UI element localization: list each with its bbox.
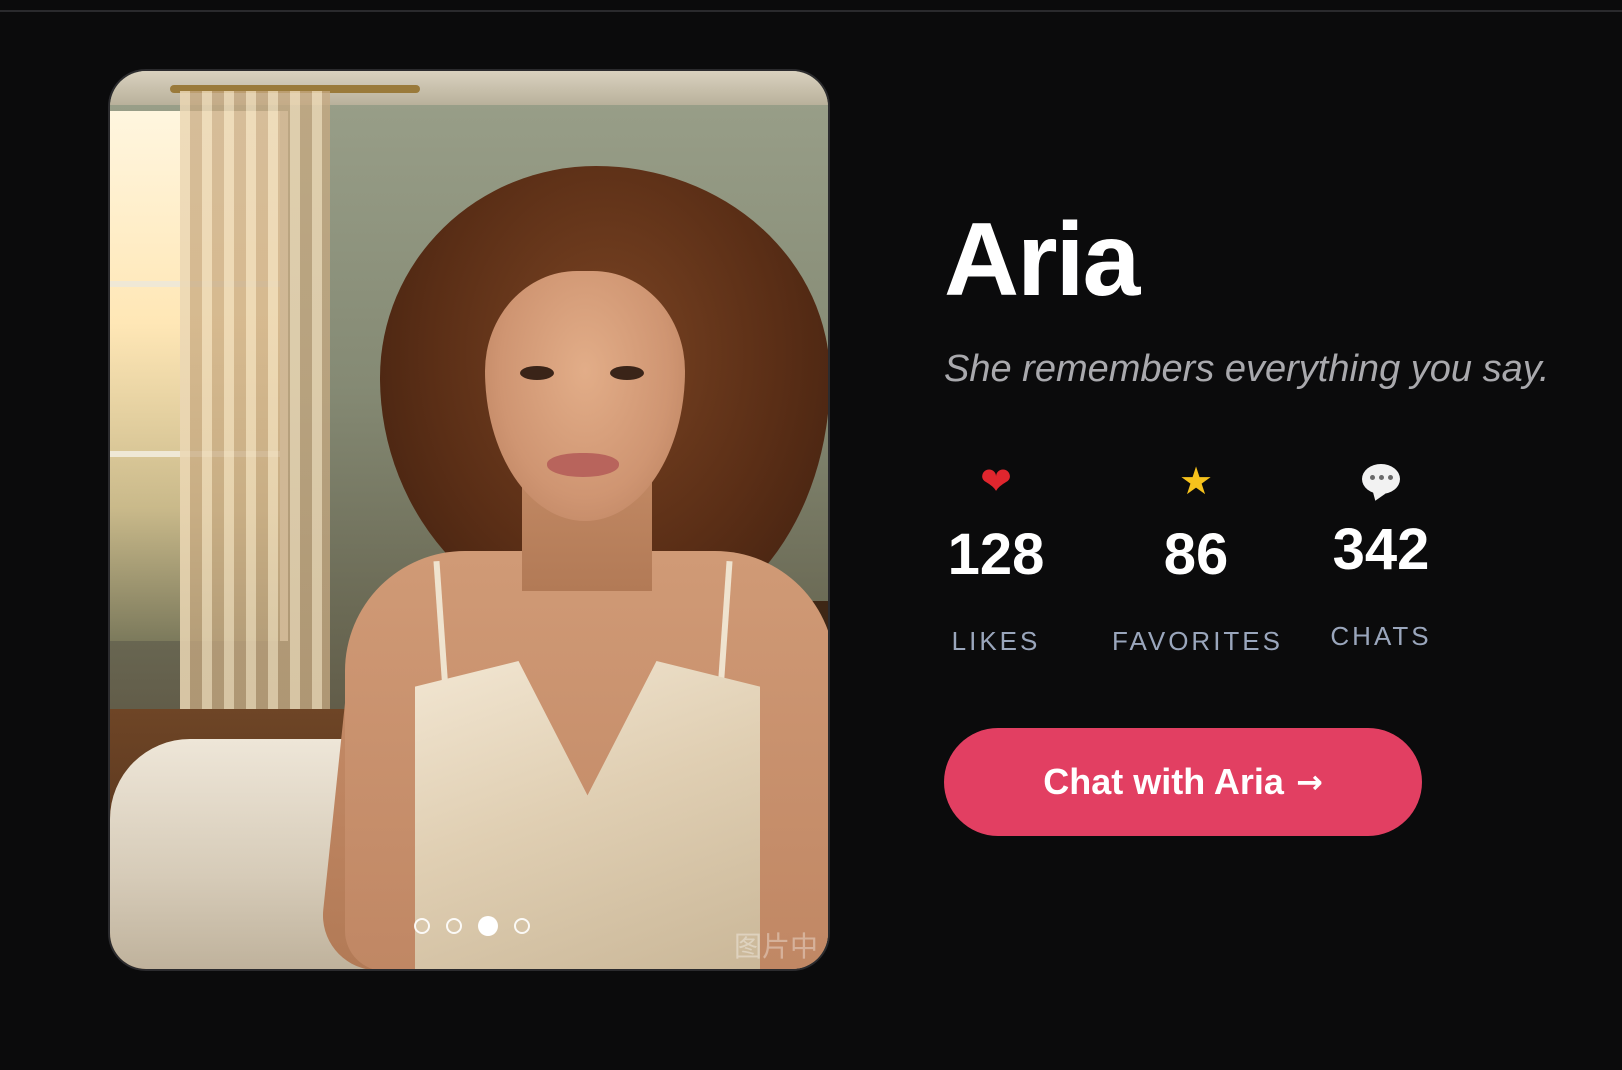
top-divider	[0, 0, 1622, 12]
photo-carousel[interactable]: 图片中	[108, 69, 830, 971]
stat-likes: ❤ 128 LIKES	[936, 458, 1056, 657]
chats-count: 342	[1332, 517, 1430, 582]
likes-label: LIKES	[951, 626, 1041, 656]
chats-label: CHATS	[1330, 621, 1432, 651]
profile-info: Aria She remembers everything you say. ❤…	[944, 190, 1604, 836]
cta-label: Chat with Aria	[1043, 761, 1284, 802]
speech-bubble-icon	[1362, 464, 1400, 494]
stat-favorites: ★ 86 FAVORITES	[1112, 458, 1280, 657]
stats-row: ❤ 128 LIKES ★ 86 FAVORITES 342 CHATS	[944, 458, 1444, 658]
carousel-dot-1[interactable]	[414, 918, 430, 934]
carousel-dots	[116, 916, 828, 936]
likes-count: 128	[947, 522, 1045, 587]
heart-icon: ❤	[980, 459, 1012, 503]
carousel-dot-3-active[interactable]	[478, 916, 498, 936]
profile-tagline: She remembers everything you say.	[944, 348, 1550, 390]
carousel-dot-4[interactable]	[514, 918, 530, 934]
profile-name: Aria	[944, 202, 1140, 318]
profile-photo: 图片中	[110, 71, 828, 969]
carousel-dot-2[interactable]	[446, 918, 462, 934]
star-icon: ★	[1178, 459, 1214, 503]
chat-with-aria-button[interactable]: Chat with Aria →	[944, 728, 1422, 836]
profile-page: 图片中 Aria She remembers everything you sa…	[0, 0, 1622, 1070]
stat-chats: 342 CHATS	[1324, 458, 1438, 652]
favorites-count: 86	[1163, 522, 1229, 587]
arrow-right-icon: →	[1295, 763, 1323, 801]
favorites-label: FAVORITES	[1112, 626, 1283, 656]
